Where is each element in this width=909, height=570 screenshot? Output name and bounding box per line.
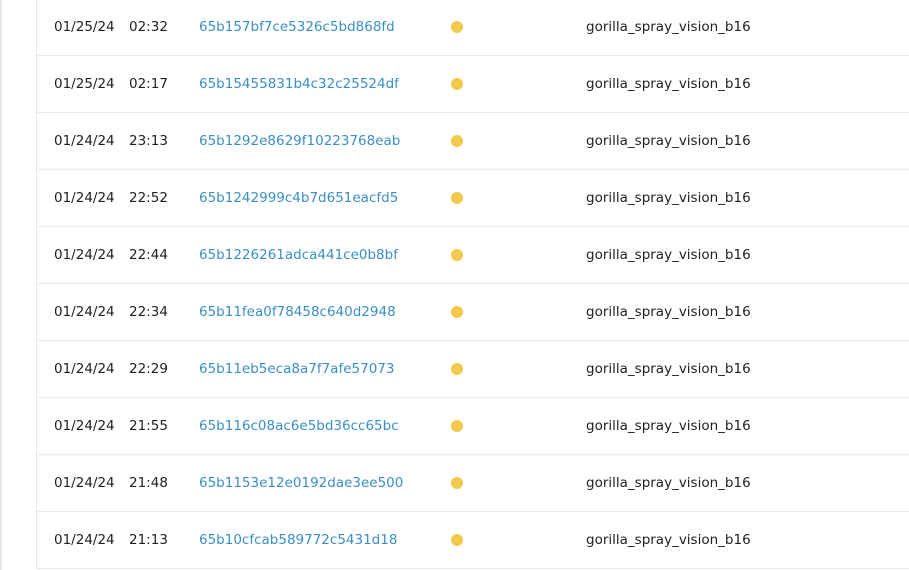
status-dot-icon	[451, 534, 463, 546]
run-id-link[interactable]: 65b10cfcab589772c5431d18	[199, 512, 397, 568]
run-time: 02:32	[129, 19, 168, 35]
table-row[interactable]: 01/25/24 02:17 65b15455831b4c32c25524df gor…	[37, 56, 909, 113]
run-name: gorilla_spray_vision_b16	[586, 76, 751, 92]
run-name: gorilla_spray_vision_b16	[586, 190, 751, 206]
left-rail-divider	[0, 0, 2, 570]
run-date: 01/24/24	[54, 532, 115, 548]
run-time: 21:13	[129, 532, 168, 548]
run-date: 01/24/24	[54, 475, 115, 491]
run-time: 22:34	[129, 304, 168, 320]
run-date: 01/24/24	[54, 304, 115, 320]
status-dot-icon	[451, 192, 463, 204]
table-row[interactable]: 01/24/24 23:13 65b1292e8629f10223768eab gor…	[37, 113, 909, 170]
status-dot-icon	[451, 249, 463, 261]
run-name: gorilla_spray_vision_b16	[586, 475, 751, 491]
runs-page: 01/25/24 02:32 65b157bf7ce5326c5bd868fd gor…	[0, 0, 909, 570]
run-name: gorilla_spray_vision_b16	[586, 532, 751, 548]
run-name: gorilla_spray_vision_b16	[586, 361, 751, 377]
table-row[interactable]: 01/25/24 02:32 65b157bf7ce5326c5bd868fd gor…	[37, 0, 909, 56]
table-row[interactable]: 01/24/24 21:13 65b10cfcab589772c5431d18 gor…	[37, 512, 909, 569]
run-id-link[interactable]: 65b1242999c4b7d651eacfd5	[199, 170, 398, 226]
run-name: gorilla_spray_vision_b16	[586, 418, 751, 434]
status-dot-icon	[451, 306, 463, 318]
run-id-link[interactable]: 65b1153e12e0192dae3ee500	[199, 455, 403, 511]
run-date: 01/24/24	[54, 361, 115, 377]
run-name: gorilla_spray_vision_b16	[586, 247, 751, 263]
status-dot-icon	[451, 135, 463, 147]
table-row[interactable]: 01/24/24 22:52 65b1242999c4b7d651eacfd5 gor…	[37, 170, 909, 227]
run-date: 01/24/24	[54, 418, 115, 434]
run-id-link[interactable]: 65b11fea0f78458c640d2948	[199, 284, 396, 340]
run-date: 01/24/24	[54, 133, 115, 149]
table-row[interactable]: 01/24/24 21:55 65b116c08ac6e5bd36cc65bc gor…	[37, 398, 909, 455]
run-time: 21:48	[129, 475, 168, 491]
run-id-link[interactable]: 65b1226261adca441ce0b8bf	[199, 227, 398, 283]
run-time: 22:44	[129, 247, 168, 263]
run-id-link[interactable]: 65b1292e8629f10223768eab	[199, 113, 400, 169]
run-date: 01/25/24	[54, 19, 115, 35]
status-dot-icon	[451, 420, 463, 432]
status-dot-icon	[451, 78, 463, 90]
run-time: 21:55	[129, 418, 168, 434]
table-row[interactable]: 01/24/24 21:48 65b1153e12e0192dae3ee500 gor…	[37, 455, 909, 512]
run-id-link[interactable]: 65b116c08ac6e5bd36cc65bc	[199, 398, 399, 454]
run-id-link[interactable]: 65b157bf7ce5326c5bd868fd	[199, 0, 395, 55]
table-row[interactable]: 01/24/24 22:44 65b1226261adca441ce0b8bf gor…	[37, 227, 909, 284]
table-row[interactable]: 01/24/24 22:29 65b11eb5eca8a7f7afe57073 gor…	[37, 341, 909, 398]
runs-table: 01/25/24 02:32 65b157bf7ce5326c5bd868fd gor…	[36, 0, 909, 569]
status-dot-icon	[451, 363, 463, 375]
status-dot-icon	[451, 21, 463, 33]
table-row[interactable]: 01/24/24 22:34 65b11fea0f78458c640d2948 gor…	[37, 284, 909, 341]
run-date: 01/25/24	[54, 76, 115, 92]
run-time: 02:17	[129, 76, 168, 92]
run-id-link[interactable]: 65b15455831b4c32c25524df	[199, 56, 399, 112]
run-name: gorilla_spray_vision_b16	[586, 304, 751, 320]
run-time: 22:29	[129, 361, 168, 377]
run-time: 23:13	[129, 133, 168, 149]
run-id-link[interactable]: 65b11eb5eca8a7f7afe57073	[199, 341, 394, 397]
run-name: gorilla_spray_vision_b16	[586, 19, 751, 35]
run-time: 22:52	[129, 190, 168, 206]
run-date: 01/24/24	[54, 190, 115, 206]
run-name: gorilla_spray_vision_b16	[586, 133, 751, 149]
run-date: 01/24/24	[54, 247, 115, 263]
status-dot-icon	[451, 477, 463, 489]
